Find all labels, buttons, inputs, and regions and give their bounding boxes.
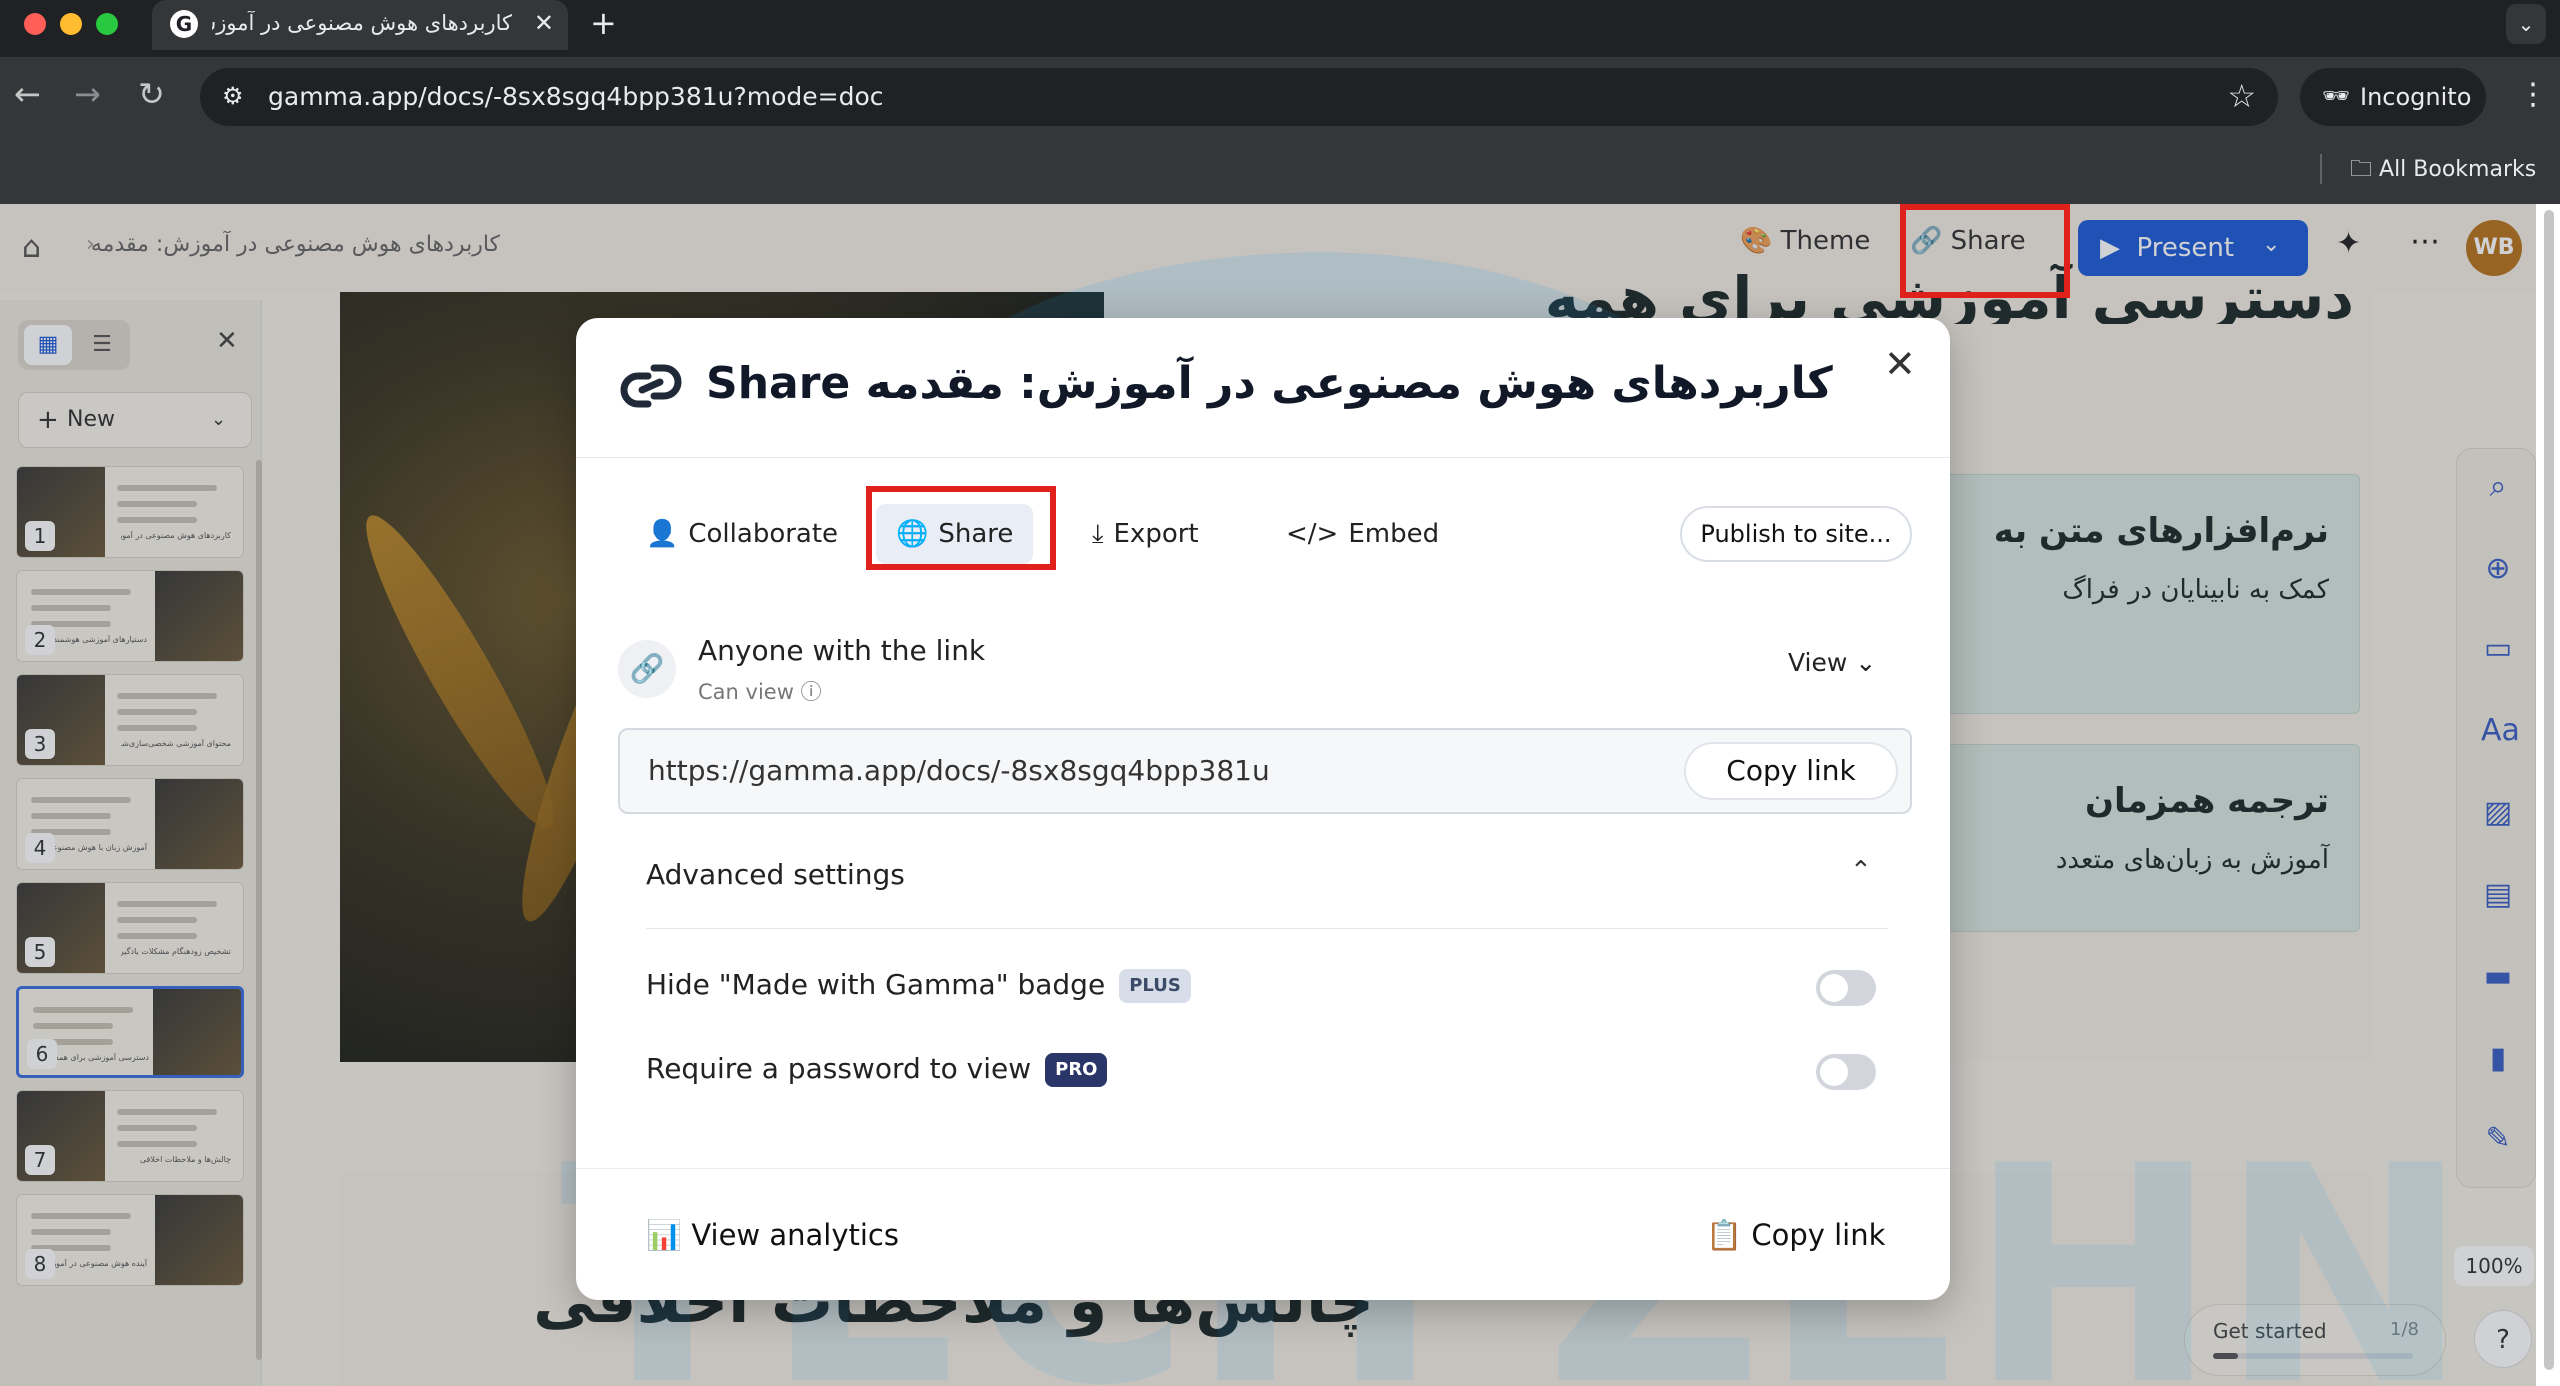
tab-collaborate[interactable]: 👤 Collaborate <box>646 504 838 564</box>
tab-embed-label: Embed <box>1348 519 1440 549</box>
divider <box>646 928 1888 929</box>
bookmark-star-icon[interactable]: ☆ <box>2227 77 2256 115</box>
pro-badge: PRO <box>1045 1053 1108 1087</box>
tab-export[interactable]: ⤓ Export <box>1092 504 1199 564</box>
browser-toolbar: ← → ↻ ⚙ gamma.app/docs/-8sx8sgq4bpp381u?… <box>0 57 2560 142</box>
require-password-toggle[interactable] <box>1816 1054 1876 1090</box>
modal-title: Share کاربردهای هوش مصنوعی در آموزش: مقد… <box>706 358 1833 409</box>
all-bookmarks-button[interactable]: 🗀 All Bookmarks <box>2350 152 2536 190</box>
page-scrollbar-thumb[interactable] <box>2544 210 2554 1370</box>
setting-require-password: Require a password to view PRO <box>646 1052 1108 1087</box>
copy-link-button[interactable]: Copy link <box>1684 742 1898 800</box>
footer-copy-link-button[interactable]: 📋 Copy link <box>1706 1218 1885 1253</box>
setting-label: Require a password to view <box>646 1052 1032 1085</box>
incognito-label: Incognito <box>2360 83 2472 111</box>
tab-search-chevron-icon[interactable]: ⌄ <box>2506 4 2546 44</box>
download-icon: ⤓ <box>1092 519 1104 549</box>
clipboard-icon: 📋 <box>1706 1218 1743 1252</box>
toggle-knob <box>1820 1058 1848 1086</box>
permission-value: View <box>1788 648 1848 677</box>
close-modal-icon[interactable]: ✕ <box>1884 342 1916 386</box>
advanced-settings-header[interactable]: Advanced settings <box>646 858 905 891</box>
add-person-icon: 👤 <box>646 519 679 549</box>
code-icon: </> <box>1286 519 1339 549</box>
highlight-share-top <box>1900 204 2070 298</box>
access-subtitle-text: Can view <box>698 680 794 704</box>
publish-to-site-button[interactable]: Publish to site... <box>1680 506 1912 562</box>
gamma-favicon-icon: G <box>170 10 198 38</box>
tab-export-label: Export <box>1113 519 1199 549</box>
tab-collaborate-label: Collaborate <box>688 519 839 549</box>
hide-badge-toggle[interactable] <box>1816 970 1876 1006</box>
setting-hide-badge: Hide "Made with Gamma" badge PLUS <box>646 968 1191 1003</box>
bar-chart-icon: 📊 <box>646 1218 683 1252</box>
chevron-down-icon: ⌄ <box>1855 648 1877 677</box>
maximize-window-button[interactable] <box>96 13 118 35</box>
info-icon[interactable]: ⓘ <box>801 680 822 704</box>
share-url-text[interactable]: https://gamma.app/docs/-8sx8sgq4bpp381u <box>648 754 1270 787</box>
close-tab-icon[interactable]: ✕ <box>534 9 554 37</box>
access-title: Anyone with the link <box>698 634 986 667</box>
incognito-badge[interactable]: 🕶 Incognito <box>2300 68 2486 126</box>
site-info-icon[interactable]: ⚙ <box>222 82 244 110</box>
new-tab-plus-icon[interactable]: + <box>590 4 617 42</box>
page-scrollbar[interactable] <box>2536 204 2560 1386</box>
browser-tabstrip: G کاربردهای هوش مصنوعی در آموزش: مقدمه ✕… <box>0 0 2560 57</box>
folder-icon: 🗀 <box>2350 157 2373 182</box>
bookmarks-divider <box>2320 154 2322 184</box>
browser-menu-icon[interactable]: ⋮ <box>2518 77 2548 112</box>
tab-title: کاربردهای هوش مصنوعی در آموزش: مقدمه <box>212 11 512 35</box>
link-icon <box>620 364 682 408</box>
forward-arrow-icon[interactable]: → <box>74 75 101 113</box>
link-access-icon: 🔗 <box>618 640 676 698</box>
access-subtitle: Can view ⓘ <box>698 676 822 706</box>
view-analytics-label: View analytics <box>691 1218 899 1252</box>
toggle-knob <box>1820 974 1848 1002</box>
highlight-share-tab <box>866 486 1056 570</box>
bookmarks-bar: 🗀 All Bookmarks <box>0 142 2560 204</box>
url-text[interactable]: gamma.app/docs/-8sx8sgq4bpp381u?mode=doc <box>268 82 884 111</box>
browser-tab-active[interactable]: G کاربردهای هوش مصنوعی در آموزش: مقدمه ✕ <box>152 0 568 50</box>
reload-icon[interactable]: ↻ <box>138 75 165 113</box>
tab-embed[interactable]: </> Embed <box>1286 504 1439 564</box>
permission-dropdown[interactable]: View ⌄ <box>1788 648 1876 677</box>
view-analytics-button[interactable]: 📊 View analytics <box>646 1218 899 1253</box>
share-tabs: 👤 Collaborate 🌐 Share ⤓ Export </> Embed Pub… <box>576 494 1950 574</box>
share-modal: Share کاربردهای هوش مصنوعی در آموزش: مقد… <box>576 318 1950 1300</box>
back-arrow-icon[interactable]: ← <box>14 75 41 113</box>
incognito-icon: 🕶 <box>2322 84 2350 109</box>
address-bar[interactable]: ⚙ gamma.app/docs/-8sx8sgq4bpp381u?mode=d… <box>200 68 2278 126</box>
chevron-up-icon[interactable]: ⌃ <box>1850 856 1872 886</box>
all-bookmarks-label: All Bookmarks <box>2379 157 2537 182</box>
setting-label: Hide "Made with Gamma" badge <box>646 968 1106 1001</box>
plus-badge: PLUS <box>1119 969 1191 1003</box>
footer-copy-link-label: Copy link <box>1751 1218 1886 1252</box>
minimize-window-button[interactable] <box>60 13 82 35</box>
divider <box>576 1168 1950 1169</box>
modal-header: Share کاربردهای هوش مصنوعی در آموزش: مقد… <box>576 318 1950 458</box>
share-url-field[interactable]: https://gamma.app/docs/-8sx8sgq4bpp381u … <box>618 728 1912 814</box>
close-window-button[interactable] <box>24 13 46 35</box>
